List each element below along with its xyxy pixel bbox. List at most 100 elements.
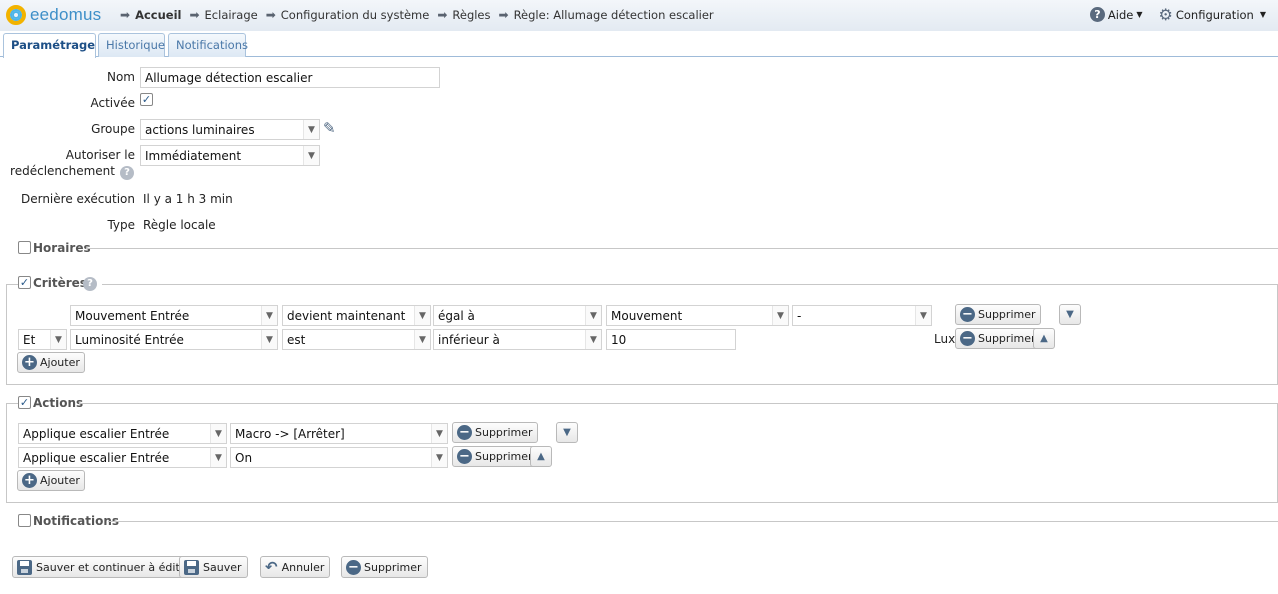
criteria-comparator-select[interactable]: inférieur à ▼ (433, 329, 602, 350)
minus-circle-icon: − (960, 307, 975, 322)
action-device-value: Applique escalier Entrée (23, 451, 170, 465)
chevron-down-icon: ▼ (915, 306, 931, 325)
chevron-down-icon: ▼ (431, 424, 447, 443)
cancel-button[interactable]: ↶ Annuler (260, 556, 331, 578)
chevron-down-icon: ▼ (261, 306, 277, 325)
criteria-device-select[interactable]: Mouvement Entrée ▼ (70, 305, 278, 326)
tab-parametrage[interactable]: Paramétrage (3, 33, 96, 58)
criteria-condition-select[interactable]: devient maintenant ▼ (282, 305, 431, 326)
criteria-divider-left (6, 284, 18, 285)
chevron-down-icon: ▼ (210, 448, 226, 467)
help-label: Aide (1107, 7, 1134, 22)
chevron-down-icon: ▼ (261, 330, 277, 349)
criteria-comparator-select[interactable]: égal à ▼ (433, 305, 602, 326)
criteria-connector-select[interactable]: Et ▼ (18, 329, 67, 350)
save-button[interactable]: Sauver (179, 556, 248, 578)
last-execution-value: Il y a 1 h 3 min (143, 192, 233, 206)
criteria-extra-value: - (797, 309, 802, 323)
name-label: Nom (106, 70, 135, 84)
group-select-value: actions luminaires (145, 123, 255, 137)
criteria-comparator-value: inférieur à (438, 333, 500, 347)
move-down-button[interactable]: ▼ (556, 422, 578, 443)
actions-divider (79, 403, 1278, 404)
criteria-connector-value: Et (23, 333, 36, 347)
help-menu-button[interactable]: ? Aide ▼ (1089, 7, 1143, 22)
criteria-delete-button[interactable]: − Supprimer (955, 304, 1041, 325)
help-question-icon[interactable]: ? (120, 166, 134, 180)
retrigger-select[interactable]: Immédiatement ▼ (140, 145, 320, 166)
actions-checkbox[interactable]: ✓ (18, 396, 31, 409)
criteria-checkbox[interactable]: ✓ (18, 276, 31, 289)
eedomus-logo-icon (6, 5, 26, 25)
breadcrumb-eclairage[interactable]: Eclairage (205, 8, 258, 22)
right-arrow-icon: ➡ (437, 8, 448, 22)
edit-pencil-icon[interactable]: ✎ (323, 119, 336, 137)
chevron-down-icon: ▼ (210, 424, 226, 443)
delete-rule-button[interactable]: − Supprimer (341, 556, 428, 578)
chevron-down-icon: ▼ (1259, 10, 1266, 19)
breadcrumb-rules[interactable]: Règles (452, 8, 490, 22)
group-label: Groupe (91, 122, 135, 136)
save-and-continue-button[interactable]: Sauver et continuer à éditer (12, 556, 198, 578)
criteria-help-icon[interactable]: ? (83, 277, 97, 291)
criteria-condition-value: devient maintenant (287, 309, 406, 323)
criteria-add-label: Ajouter (40, 356, 80, 369)
action-command-select[interactable]: On ▼ (230, 447, 448, 468)
name-input[interactable]: Allumage détection escalier (140, 67, 440, 88)
configuration-menu-button[interactable]: ⚙ Configuration ▼ (1159, 6, 1267, 22)
criteria-value-select[interactable]: Mouvement ▼ (606, 305, 789, 326)
arrow-up-icon: ▲ (537, 451, 545, 462)
help-icon: ? (1089, 7, 1105, 22)
top-bar: eedomus ➡ Accueil ➡ Eclairage ➡ Configur… (0, 0, 1278, 31)
criteria-delete-label: Supprimer (978, 308, 1036, 321)
right-arrow-icon: ➡ (189, 8, 200, 22)
action-device-select[interactable]: Applique escalier Entrée ▼ (18, 423, 227, 444)
actions-add-button[interactable]: + Ajouter (17, 470, 85, 491)
actions-divider-left (6, 403, 18, 404)
criteria-divider (102, 284, 1278, 285)
criteria-add-button[interactable]: + Ajouter (17, 352, 85, 373)
criteria-value-input[interactable]: 10 (606, 329, 736, 350)
type-value: Règle locale (143, 218, 216, 232)
cancel-label: Annuler (281, 560, 325, 574)
criteria-extra-select[interactable]: - ▼ (792, 305, 932, 326)
schedules-title: Horaires (33, 241, 91, 255)
criteria-delete-button[interactable]: − Supprimer (955, 328, 1041, 349)
action-delete-button[interactable]: − Supprimer (452, 422, 538, 443)
save-disk-icon (17, 559, 32, 575)
action-device-select[interactable]: Applique escalier Entrée ▼ (18, 447, 227, 468)
criteria-delete-label: Supprimer (978, 332, 1036, 345)
notifications-title: Notifications (33, 514, 120, 528)
type-label: Type (107, 218, 135, 232)
action-command-value: Macro -> [Arrêter] (235, 427, 345, 441)
criteria-device-value: Mouvement Entrée (75, 309, 190, 323)
chevron-down-icon: ▼ (585, 330, 601, 349)
schedules-checkbox[interactable] (18, 241, 31, 254)
arrow-up-icon: ▲ (1040, 333, 1048, 344)
minus-circle-icon: − (457, 449, 472, 464)
configuration-label: Configuration (1175, 7, 1254, 22)
logo[interactable]: eedomus (6, 5, 101, 25)
move-up-button[interactable]: ▲ (530, 446, 552, 467)
criteria-device-select[interactable]: Luminosité Entrée ▼ (70, 329, 278, 350)
actions-title: Actions (33, 396, 84, 410)
move-up-button[interactable]: ▲ (1033, 328, 1055, 349)
action-command-select[interactable]: Macro -> [Arrêter] ▼ (230, 423, 448, 444)
plus-circle-icon: + (22, 355, 37, 370)
right-arrow-icon: ➡ (498, 8, 509, 22)
action-delete-button[interactable]: − Supprimer (452, 446, 538, 467)
move-down-button[interactable]: ▼ (1059, 304, 1081, 325)
action-device-value: Applique escalier Entrée (23, 427, 170, 441)
minus-circle-icon: − (346, 559, 361, 575)
active-checkbox[interactable]: ✓ (140, 93, 153, 106)
retrigger-label-line1: Autoriser le (65, 148, 135, 162)
tab-historique[interactable]: Historique (98, 33, 165, 57)
save-label: Sauver (203, 560, 242, 574)
group-select[interactable]: actions luminaires ▼ (140, 119, 320, 140)
breadcrumb-home[interactable]: Accueil (135, 8, 181, 22)
criteria-condition-select[interactable]: est ▼ (282, 329, 431, 350)
tab-notifications[interactable]: Notifications (168, 33, 248, 57)
breadcrumb-config[interactable]: Configuration du système (281, 8, 430, 22)
chevron-down-icon: ▼ (414, 330, 430, 349)
notifications-checkbox[interactable] (18, 514, 31, 527)
